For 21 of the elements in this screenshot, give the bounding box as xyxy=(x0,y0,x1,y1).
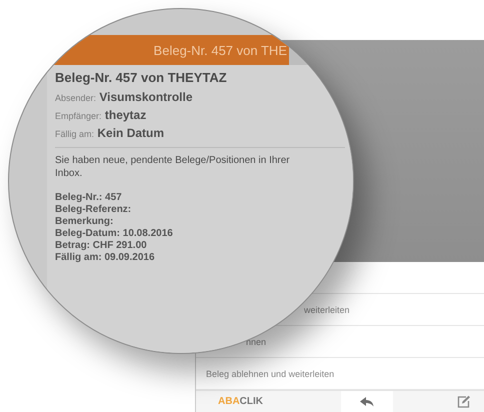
detail-line: Bemerkung: xyxy=(55,216,114,228)
detail-line: Fällig am: 09.09.2016 xyxy=(55,252,156,264)
field-value: theytaz xyxy=(104,108,146,122)
detail-line: Beleg-Referenz: xyxy=(55,204,132,216)
action-item[interactable]: weiterleiten xyxy=(304,304,350,314)
action-item[interactable]: Beleg ablehnen und weiterleiten xyxy=(206,368,334,378)
message-text: Sie haben neue, pendente Belege/Positionen in Ihrer Inbox. xyxy=(55,154,291,180)
document-title: Beleg-Nr. 457 von THEYTAZ xyxy=(55,70,228,85)
field-label: Fällig am: xyxy=(55,129,94,139)
logo: ABACLIK xyxy=(217,395,264,409)
reply-arrow-icon xyxy=(360,396,374,406)
field-label: Absender: xyxy=(55,93,96,103)
compose-icon xyxy=(456,395,470,408)
field-value: Visumskontrolle xyxy=(99,90,193,104)
detail-line: Betrag: CHF 291.00 xyxy=(55,240,148,252)
reply-button[interactable] xyxy=(341,391,393,412)
detail-line: Beleg-Datum: 10.08.2016 xyxy=(55,228,174,240)
detail-line: Beleg-Nr.: 457 xyxy=(55,192,123,204)
field-value: Kein Datum xyxy=(97,126,164,140)
field-label: Empfänger: xyxy=(55,111,102,121)
header-title: Beleg-Nr. 457 von THE xyxy=(154,42,287,58)
